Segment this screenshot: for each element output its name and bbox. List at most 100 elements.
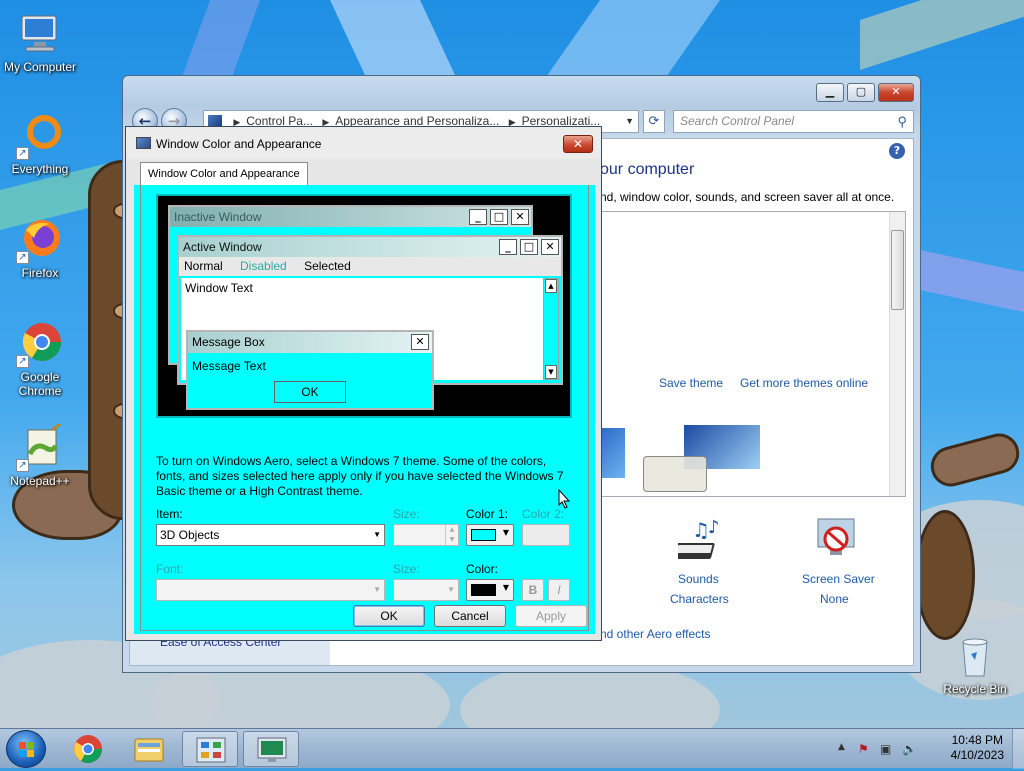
cancel-button[interactable]: Cancel xyxy=(434,605,506,627)
system-tray: ▲ ⚑ ▣ 🔈 10:48 PM 4/10/2023 xyxy=(834,729,1024,769)
preview-menu-normal[interactable]: Normal xyxy=(184,259,223,273)
windows-logo-icon xyxy=(19,742,35,758)
item-size-spinner[interactable]: ▲ ▼ xyxy=(393,524,459,546)
action-center-icon[interactable]: ⚑ xyxy=(858,742,869,756)
preview-message-box[interactable]: Message Box ✕ Message Text OK xyxy=(186,330,434,410)
taskbar-chrome[interactable] xyxy=(60,731,116,767)
ok-button[interactable]: OK xyxy=(353,605,425,627)
theme-thumbnail[interactable] xyxy=(601,428,625,478)
color2-label: Color 2: xyxy=(522,507,565,521)
scroll-down-icon: ▼ xyxy=(545,365,557,379)
preview-menu-disabled[interactable]: Disabled xyxy=(240,259,287,273)
item-size-label: Size: xyxy=(393,507,420,521)
scroll-up-icon: ▲ xyxy=(545,279,557,293)
taskbar: ▲ ⚑ ▣ 🔈 10:48 PM 4/10/2023 xyxy=(0,728,1024,769)
get-more-themes-link[interactable]: Get more themes online xyxy=(740,376,868,390)
address-dropdown-icon[interactable]: ▼ xyxy=(625,111,634,132)
start-button[interactable] xyxy=(6,730,46,768)
taskbar-explorer[interactable] xyxy=(121,731,177,767)
preview-scrollbar[interactable]: ▲ ▼ xyxy=(543,278,559,380)
color1-picker[interactable]: ▼ xyxy=(466,524,514,546)
everything-icon: ↗ xyxy=(16,112,64,160)
italic-button[interactable]: I xyxy=(548,579,570,601)
window-color-appearance-dialog: Window Color and Appearance ✕ Window Col… xyxy=(125,126,602,641)
item-label: Item: xyxy=(156,507,183,521)
dialog-app-icon xyxy=(136,137,151,149)
color2-picker[interactable] xyxy=(522,524,570,546)
desktop-icon-firefox[interactable]: ↗ Firefox xyxy=(0,216,80,280)
preview-message-title: Message Box xyxy=(188,332,432,353)
show-desktop-button[interactable] xyxy=(1012,729,1024,769)
item-select[interactable]: 3D Objects ▼ xyxy=(156,524,385,546)
dialog-titlebar[interactable]: Window Color and Appearance ✕ xyxy=(126,127,601,159)
turtle-flipper xyxy=(926,429,1024,491)
tab-panel: Inactive Window _ □ ✕ Active Window _ □ … xyxy=(140,185,589,631)
dialog-body: Window Color and Appearance Inactive Win… xyxy=(134,159,595,634)
screen-saver-link[interactable]: Screen Saver xyxy=(802,572,875,586)
themes-scrollbar[interactable] xyxy=(889,212,905,496)
shortcut-arrow-icon: ↗ xyxy=(16,251,29,264)
color1-swatch xyxy=(471,529,496,541)
screen-saver-icon[interactable] xyxy=(812,517,862,563)
preview-minimize-icon: _ xyxy=(499,239,517,255)
font-size-select[interactable]: ▼ xyxy=(393,579,459,601)
svg-text:♪: ♪ xyxy=(708,517,720,538)
scrollbar-thumb[interactable] xyxy=(891,230,904,310)
turtle-shell-right xyxy=(915,510,975,640)
refresh-button[interactable]: ⟳ xyxy=(643,110,665,133)
theme-thumbnail-selected[interactable] xyxy=(643,424,763,492)
desktop-icon-notepadpp[interactable]: ↗ Notepad++ xyxy=(0,422,80,488)
preview-close-icon: ✕ xyxy=(541,239,559,255)
desktop-icon-label: Firefox xyxy=(21,266,59,280)
maximize-button[interactable]: ▢ xyxy=(847,83,875,102)
clock[interactable]: 10:48 PM 4/10/2023 xyxy=(951,733,1004,763)
close-button[interactable]: ✕ xyxy=(878,83,914,102)
spinner-arrows-icon: ▲ ▼ xyxy=(445,525,458,545)
network-icon[interactable]: ▣ xyxy=(880,742,891,756)
apply-button[interactable]: Apply xyxy=(515,605,587,627)
font-color-label: Color: xyxy=(466,562,499,576)
font-select[interactable]: ▼ xyxy=(156,579,385,601)
recycle-bin-icon xyxy=(951,632,999,680)
shortcut-arrow-icon: ↗ xyxy=(16,459,29,472)
taskbar-control-panel[interactable] xyxy=(182,731,238,767)
font-size-label: Size: xyxy=(393,562,420,576)
clock-time: 10:48 PM xyxy=(951,733,1003,747)
clock-date: 4/10/2023 xyxy=(950,748,1004,762)
preview-menu-selected[interactable]: Selected xyxy=(304,259,351,273)
bold-button[interactable]: B xyxy=(522,579,544,601)
sounds-icon[interactable]: ♫ ♪ xyxy=(671,517,728,563)
save-theme-link[interactable]: Save theme xyxy=(659,376,723,390)
desktop-icon-label: Google Chrome xyxy=(18,370,62,398)
taskbar-personalization[interactable] xyxy=(243,731,299,767)
chevron-down-icon: ▼ xyxy=(373,530,381,539)
search-input[interactable]: Search Control Panel ⚲ xyxy=(673,110,914,133)
desktop-icon-recycle-bin[interactable]: Recycle Bin xyxy=(935,632,1015,696)
shortcut-arrow-icon: ↗ xyxy=(16,147,29,160)
tab-window-color[interactable]: Window Color and Appearance xyxy=(140,162,308,186)
dialog-close-button[interactable]: ✕ xyxy=(563,135,593,153)
mouse-cursor-icon xyxy=(557,488,571,509)
volume-muted-icon[interactable]: 🔈 xyxy=(902,742,917,756)
preview-ok-button[interactable]: OK xyxy=(274,381,346,403)
background-ray xyxy=(920,250,1024,314)
sounds-link[interactable]: Sounds xyxy=(678,572,719,586)
sounds-value[interactable]: Characters xyxy=(670,592,729,606)
appearance-preview[interactable]: Inactive Window _ □ ✕ Active Window _ □ … xyxy=(156,194,572,418)
font-color-picker[interactable]: ▼ xyxy=(466,579,514,601)
show-hidden-icons-icon[interactable]: ▲ xyxy=(838,742,845,752)
personalization-icon xyxy=(257,737,287,762)
help-icon[interactable]: ? xyxy=(889,143,905,159)
screen-saver-value[interactable]: None xyxy=(820,592,849,606)
aero-effects-link[interactable]: nd other Aero effects xyxy=(600,627,711,641)
themes-list[interactable]: Save theme Get more themes online xyxy=(600,211,906,497)
preview-maximize-icon: □ xyxy=(490,209,508,225)
preview-minimize-icon: _ xyxy=(469,209,487,225)
minimize-button[interactable]: ▁ xyxy=(816,83,844,102)
chrome-icon: ↗ xyxy=(16,320,64,368)
desktop-icon-chrome[interactable]: ↗ Google Chrome xyxy=(0,320,80,398)
desktop-icon-my-computer[interactable]: My Computer xyxy=(0,10,80,74)
chevron-down-icon: ▼ xyxy=(447,585,455,594)
desktop-icon-everything[interactable]: ↗ Everything xyxy=(0,112,80,176)
tab-strip: Window Color and Appearance xyxy=(134,159,595,186)
